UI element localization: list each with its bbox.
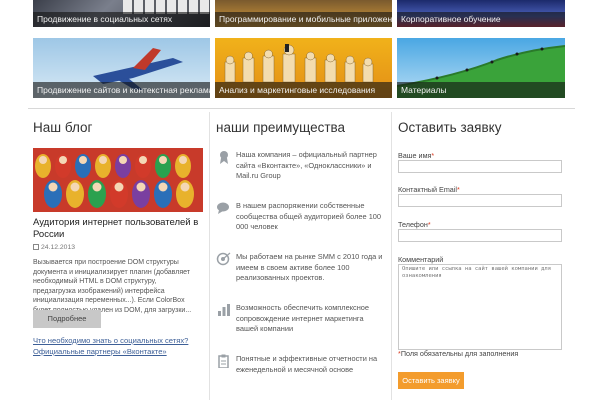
required-asterisk: * (427, 220, 431, 229)
award-icon (220, 151, 228, 164)
tile-caption: Продвижение сайтов и контекстная реклама (33, 82, 210, 98)
tile-caption: Программирование и мобильные приложения (215, 12, 392, 27)
comment-label: Комментарий (398, 255, 444, 264)
email-field[interactable] (398, 194, 562, 207)
phone-label-text: Телефон (398, 220, 428, 229)
comment-field[interactable] (398, 264, 562, 350)
email-label-text: Контактный Email (398, 185, 457, 194)
tile-programming[interactable]: Программирование и мобильные приложения (215, 0, 392, 27)
matryoshka-dolls-image (35, 154, 194, 208)
advantage-text: Мы работаем на рынке SMM с 2010 года и и… (236, 252, 383, 282)
tile-seo-context[interactable]: Продвижение сайтов и контекстная реклама (33, 38, 210, 98)
tile-social-media[interactable]: Продвижение в социальных сетях (33, 0, 210, 27)
form-title: Оставить заявку (398, 120, 502, 135)
chart-icon (218, 304, 230, 316)
clipboard-icon (218, 354, 229, 368)
advantage-text: Понятные и эффективные отчетности на еже… (236, 354, 378, 374)
calendar-icon (33, 244, 39, 250)
post-date: 24.12.2013 (33, 244, 75, 251)
name-label: Ваше имя* (398, 151, 434, 160)
tile-materials[interactable]: Материалы (397, 38, 565, 98)
post-date-text: 24.12.2013 (41, 244, 76, 251)
required-note-text: Поля обязательны для заполнения (400, 349, 519, 358)
submit-button[interactable]: Оставить заявку (398, 372, 464, 389)
tile-caption: Продвижение в социальных сетях (33, 12, 210, 27)
more-button[interactable]: Подробнее (33, 310, 101, 328)
required-asterisk: * (457, 185, 460, 194)
tile-analysis[interactable]: Анализ и маркетинговые исследования (215, 38, 392, 98)
section-divider (28, 108, 575, 109)
column-divider-left (209, 112, 210, 400)
name-label-text: Ваше имя (398, 151, 432, 160)
blog-post-image[interactable] (33, 148, 203, 212)
advantage-text: Возможность обеспечить комплексное сопро… (236, 303, 370, 333)
blog-post-title-link[interactable]: Аудитория интернет пользователей в Росси… (33, 217, 203, 241)
advantage-text: Наша компания – официальный партнер сайт… (236, 150, 377, 180)
name-field[interactable] (398, 160, 562, 173)
tile-caption: Материалы (397, 82, 565, 98)
tile-caption: Корпоративное обучение (397, 12, 565, 27)
column-divider-right (391, 112, 392, 400)
post-excerpt: Вызывается при построение DOM структуры … (33, 259, 192, 314)
advantage-text: В нашем распоряжении собственные сообщес… (236, 201, 382, 231)
blog-link-vk-partners[interactable]: Официальные партнеры «Вконтакте» (33, 347, 167, 356)
chat-icon (217, 202, 229, 214)
email-label: Контактный Email* (398, 185, 460, 194)
blog-title: Наш блог (33, 120, 93, 135)
phone-field[interactable] (398, 229, 562, 242)
phone-label: Телефон* (398, 220, 431, 229)
blog-link-social-networks[interactable]: Что необходимо знать о социальных сетях? (33, 336, 188, 345)
target-icon (216, 252, 231, 266)
required-asterisk: * (431, 151, 435, 160)
tile-caption: Анализ и маркетинговые исследования (215, 82, 392, 98)
advantages-title: наши преимущества (216, 120, 346, 135)
required-note: *Поля обязательны для заполнения (398, 349, 518, 358)
tile-corporate-training[interactable]: Корпоративное обучение (397, 0, 565, 27)
